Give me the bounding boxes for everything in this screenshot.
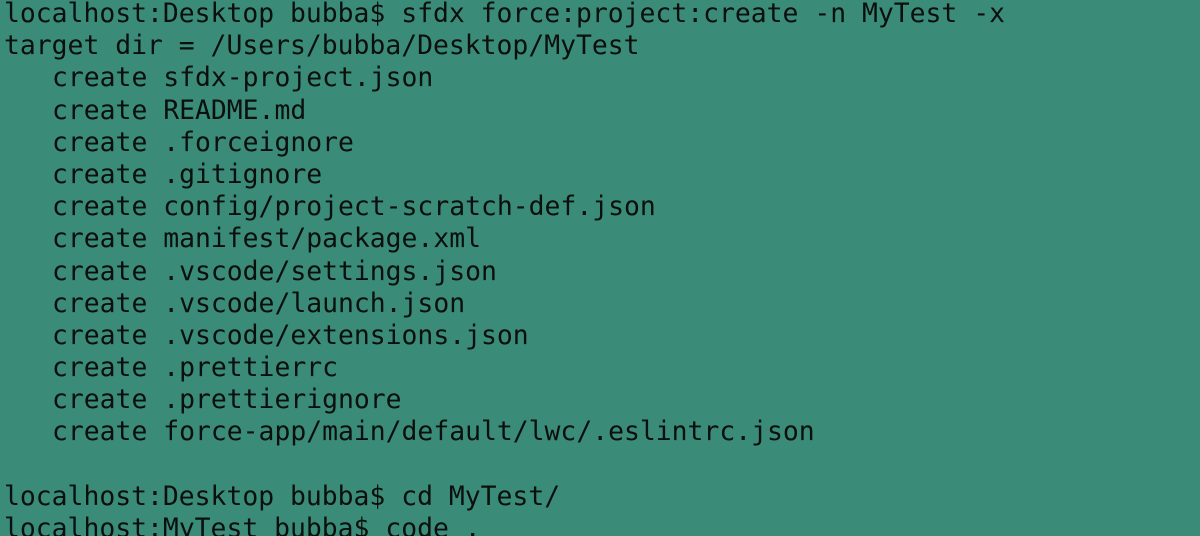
output-line: target dir = /Users/bubba/Desktop/MyTest (4, 30, 640, 62)
output-line: create manifest/package.xml (52, 223, 481, 255)
output-line: create .vscode/settings.json (52, 255, 497, 287)
output-line: create .prettierignore (52, 384, 402, 416)
output-line: create README.md (52, 94, 307, 126)
output-line: create sfdx-project.json (52, 62, 434, 94)
output-line: create .vscode/extensions.json (52, 319, 529, 351)
terminal-output: localhost:Desktop bubba$ sfdx force:proj… (4, 0, 1005, 536)
output-line: create .gitignore (52, 158, 323, 190)
output-line: create .forceignore (52, 126, 354, 158)
command-line: localhost:Desktop bubba$ cd MyTest/ (4, 480, 561, 512)
terminal-window[interactable]: localhost:Desktop bubba$ sfdx force:proj… (0, 0, 1200, 536)
command-line: localhost:Desktop bubba$ sfdx force:proj… (4, 0, 1005, 29)
command-line: localhost:MyTest bubba$ code . (4, 513, 481, 536)
output-line: create config/project-scratch-def.json (52, 191, 656, 223)
output-line: create force-app/main/default/lwc/.eslin… (52, 416, 815, 448)
output-line: create .prettierrc (52, 352, 338, 384)
output-line: create .vscode/launch.json (52, 287, 466, 319)
